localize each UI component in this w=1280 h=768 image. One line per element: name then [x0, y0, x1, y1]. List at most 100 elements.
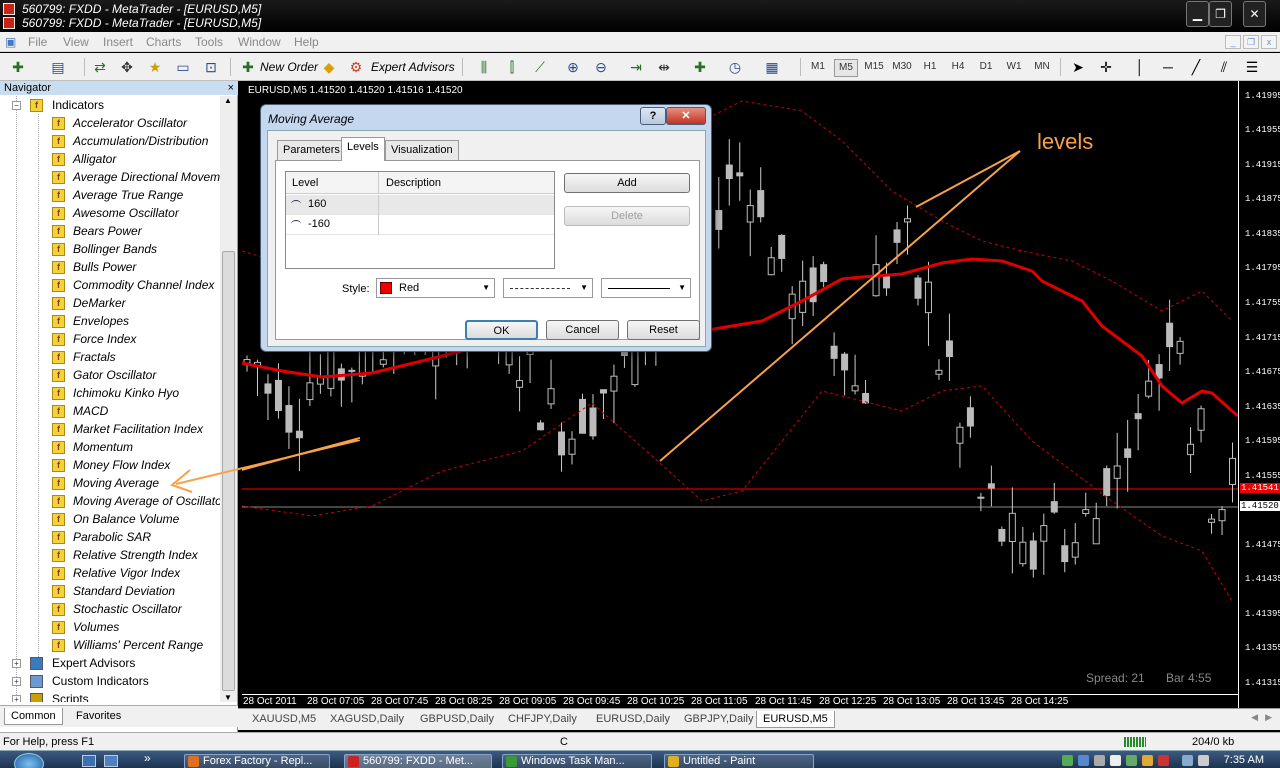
indicator-item[interactable]: f Gator Oscillator: [0, 366, 220, 384]
task-paint[interactable]: Untitled - Paint: [664, 754, 814, 768]
tree-group-item[interactable]: + Scripts: [0, 690, 220, 702]
menu-insert[interactable]: Insert: [103, 35, 133, 49]
timeframe-w1[interactable]: W1: [1002, 59, 1026, 75]
periods-icon[interactable]: ◷: [725, 57, 745, 77]
tray-icon-5[interactable]: [1126, 755, 1137, 766]
indicator-item[interactable]: f Money Flow Index: [0, 456, 220, 474]
new-order-button[interactable]: New Order: [260, 60, 318, 74]
mdi-close-button[interactable]: x: [1261, 35, 1277, 49]
scroll-down-icon[interactable]: ▼: [224, 693, 232, 702]
vertical-line-icon[interactable]: │: [1130, 57, 1150, 77]
navigator-star-icon[interactable]: ★: [145, 57, 165, 77]
tray-icon-7[interactable]: [1158, 755, 1169, 766]
indicator-item[interactable]: f Average Directional Movem: [0, 168, 220, 186]
menu-charts[interactable]: Charts: [146, 35, 181, 49]
zoom-in-icon[interactable]: ⊕: [563, 57, 583, 77]
new-order-icon[interactable]: ✚: [238, 57, 258, 77]
menu-file[interactable]: File: [28, 35, 47, 49]
task-forex-factory[interactable]: Forex Factory - Repl...: [184, 754, 330, 768]
indicator-item[interactable]: f Bulls Power: [0, 258, 220, 276]
bar-chart-icon[interactable]: ⫼: [474, 57, 494, 77]
indicator-item[interactable]: f Force Index: [0, 330, 220, 348]
indicator-item[interactable]: f On Balance Volume: [0, 510, 220, 528]
menu-help[interactable]: Help: [294, 35, 319, 49]
indicator-item[interactable]: f Momentum: [0, 438, 220, 456]
network-icon[interactable]: [1182, 755, 1193, 766]
indicator-item[interactable]: f Relative Strength Index: [0, 546, 220, 564]
indicators-icon[interactable]: ✚: [690, 57, 710, 77]
add-button[interactable]: Add: [564, 173, 690, 193]
switch-windows-icon[interactable]: [104, 755, 118, 767]
market-watch-icon[interactable]: ⇄: [90, 57, 110, 77]
expert-advisors-icon[interactable]: ⚙: [346, 57, 366, 77]
tree-group-item[interactable]: + Expert Advisors: [0, 654, 220, 672]
indicator-item[interactable]: f Moving Average: [0, 474, 220, 492]
new-chart-icon[interactable]: ✚: [8, 57, 28, 77]
indicator-item[interactable]: f DeMarker: [0, 294, 220, 312]
tree-item-indicators[interactable]: − f Indicators: [0, 96, 220, 114]
cancel-button[interactable]: Cancel: [546, 320, 619, 340]
task-metatrader[interactable]: 560799: FXDD - Met...: [344, 754, 492, 768]
description-column-header[interactable]: Description: [386, 177, 441, 189]
chart-tab[interactable]: GBPUSD,Daily: [414, 711, 500, 727]
menu-view[interactable]: View: [63, 35, 89, 49]
horizontal-line-icon[interactable]: ─: [1158, 57, 1178, 77]
profiles-icon[interactable]: ▤: [48, 57, 68, 77]
tab-scroll-right-icon[interactable]: ▶: [1265, 712, 1272, 723]
terminal-icon[interactable]: ▭: [173, 57, 193, 77]
indicator-item[interactable]: f Stochastic Oscillator: [0, 600, 220, 618]
tray-icon-3[interactable]: [1094, 755, 1105, 766]
expand-icon[interactable]: +: [12, 695, 21, 702]
candlestick-icon[interactable]: ⫿: [502, 57, 522, 77]
templates-icon[interactable]: ▦: [762, 57, 782, 77]
menu-doc-icon[interactable]: ▣: [5, 35, 16, 49]
expand-icon[interactable]: +: [12, 659, 21, 668]
tray-icon-2[interactable]: [1078, 755, 1089, 766]
tab-favorites[interactable]: Favorites: [70, 708, 127, 724]
tab-common[interactable]: Common: [4, 708, 63, 725]
navigator-scroll-thumb[interactable]: [222, 251, 235, 691]
dialog-help-button[interactable]: ?: [640, 107, 666, 125]
menu-window[interactable]: Window: [238, 35, 281, 49]
indicator-item[interactable]: f Commodity Channel Index: [0, 276, 220, 294]
tab-scroll-left-icon[interactable]: ◀: [1251, 712, 1258, 723]
timeframe-m15[interactable]: M15: [862, 59, 886, 75]
restore-button[interactable]: ❐: [1209, 1, 1232, 27]
reset-button[interactable]: Reset: [627, 320, 700, 340]
trendline-icon[interactable]: ╱: [1186, 57, 1206, 77]
chart-tab[interactable]: CHFJPY,Daily: [502, 711, 583, 727]
timeframe-h1[interactable]: H1: [918, 59, 942, 75]
clock[interactable]: 7:35 AM: [1224, 754, 1264, 766]
tab-visualization[interactable]: Visualization: [385, 140, 459, 160]
indicator-item[interactable]: f Volumes: [0, 618, 220, 636]
indicator-item[interactable]: f Awesome Oscillator: [0, 204, 220, 222]
levels-table[interactable]: Level Description 160 -160: [285, 171, 555, 269]
tray-icon-4[interactable]: [1110, 755, 1121, 766]
crosshair-icon[interactable]: ✛: [1096, 57, 1116, 77]
minimize-button[interactable]: ▁: [1186, 1, 1209, 27]
color-select[interactable]: Red ▼: [376, 278, 495, 298]
tray-icon-6[interactable]: [1142, 755, 1153, 766]
scroll-up-icon[interactable]: ▲: [224, 96, 232, 105]
fibonacci-icon[interactable]: ☰: [1242, 57, 1262, 77]
delete-button[interactable]: Delete: [564, 206, 690, 226]
expand-icon[interactable]: +: [12, 677, 21, 686]
mdi-minimize-button[interactable]: _: [1225, 35, 1241, 49]
timeframe-m1[interactable]: M1: [806, 59, 830, 75]
metaeditor-icon[interactable]: ◆: [319, 57, 339, 77]
level-row[interactable]: 160: [286, 195, 554, 215]
indicator-item[interactable]: f Average True Range: [0, 186, 220, 204]
ok-button[interactable]: OK: [465, 320, 538, 340]
show-desktop-icon[interactable]: [82, 755, 96, 767]
tray-icon-1[interactable]: [1062, 755, 1073, 766]
indicator-item[interactable]: f MACD: [0, 402, 220, 420]
tab-parameters[interactable]: Parameters: [277, 140, 346, 160]
indicator-item[interactable]: f Parabolic SAR: [0, 528, 220, 546]
expert-advisors-button[interactable]: Expert Advisors: [371, 60, 455, 74]
timeframe-m30[interactable]: M30: [890, 59, 914, 75]
indicator-item[interactable]: f Relative Vigor Index: [0, 564, 220, 582]
indicator-item[interactable]: f Accumulation/Distribution: [0, 132, 220, 150]
dialog-close-button[interactable]: ✕: [666, 107, 706, 125]
channel-icon[interactable]: ⫽: [1214, 57, 1234, 77]
indicator-item[interactable]: f Moving Average of Oscillato: [0, 492, 220, 510]
